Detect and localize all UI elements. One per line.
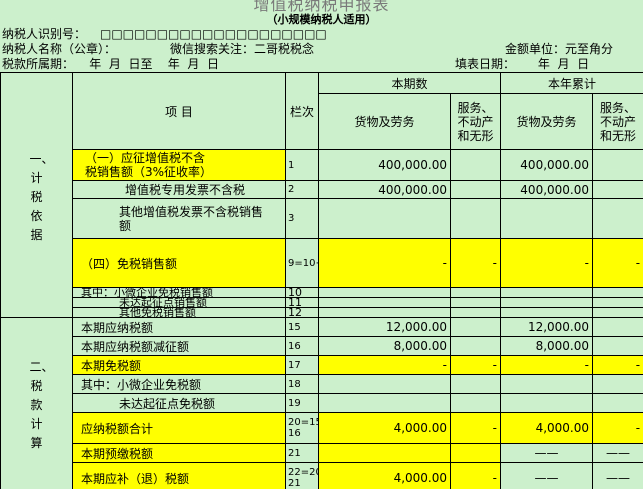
cell-ytd-goods[interactable]: 400,000.00 [500,149,594,181]
current-period-header: 本期数 [317,72,502,94]
cell-ytd-services[interactable] [592,393,643,413]
row-line: 2 [285,180,319,199]
cell-cur-services[interactable]: - [449,355,502,375]
cell-ytd-services[interactable]: —— [592,462,643,489]
cell-ytd-services[interactable] [592,149,643,181]
row-label: 本期应纳税额减征额 [72,336,286,356]
cell-ytd-goods[interactable]: 8,000.00 [500,336,594,356]
cell-cur-services[interactable] [449,149,502,181]
cur-goods-header: 货物及劳务 [318,93,451,150]
form-subtitle: （小规模纳税人适用） [266,13,377,26]
cell-cur-services[interactable] [449,198,502,239]
cell-ytd-goods[interactable] [500,393,594,413]
ytd-header: 本年累计 [500,72,643,94]
cell-cur-goods[interactable] [318,374,451,394]
cell-ytd-services[interactable] [592,180,643,199]
tax-table: 项 目 栏次 本期数 本年累计 货物及劳务 服务、不动产和无形 货物及劳务 服务… [0,72,643,489]
row-line: 22=20-21 [285,462,319,489]
ytd-services-header: 服务、不动产和无形 [592,93,643,150]
cell-cur-services[interactable] [449,180,502,199]
cell-ytd-services[interactable]: - [592,238,643,288]
cell-cur-goods[interactable]: 4,000.00 [318,412,451,444]
row-line: 12 [285,307,319,318]
row-line: 21 [285,443,319,463]
cell-ytd-goods[interactable]: 12,000.00 [500,317,594,337]
row-line: 17 [285,355,319,375]
amount-unit: 金额单位：元至角分 [505,42,614,56]
tax-return-form: 增值税纳税申报表 （小规模纳税人适用） 纳税人识别号： □□□□□□□□□□□□… [0,0,643,489]
cell-cur-goods[interactable]: - [318,238,451,288]
cell-cur-services[interactable]: - [449,412,502,444]
cell-ytd-goods[interactable]: - [500,238,594,288]
tax-period: 税款所属期： 年 月 日至 年 月 日 [2,57,220,71]
cell-ytd-goods[interactable]: 4,000.00 [500,412,594,444]
cell-ytd-goods[interactable]: —— [500,462,594,489]
cell-ytd-goods[interactable] [500,374,594,394]
row-line: 16 [285,336,319,356]
cell-cur-goods[interactable]: 12,000.00 [318,317,451,337]
cell-cur-services[interactable] [449,374,502,394]
cell-cur-goods[interactable]: 8,000.00 [318,336,451,356]
row-label: 其他增值税发票不含税销售额 [72,198,286,239]
row-label: 本期应补（退）税额 [72,462,286,489]
cell-cur-goods[interactable]: 400,000.00 [318,180,451,199]
item-header: 项 目 [72,72,286,150]
row-line: 9=10+11+12 [285,238,319,288]
row-line: 10 [285,287,319,298]
cell-cur-goods[interactable]: 4,000.00 [318,462,451,489]
cell-ytd-goods[interactable]: —— [500,443,594,463]
cell-cur-services[interactable]: - [449,462,502,489]
row-line: 3 [285,198,319,239]
row-line: 1 [285,149,319,181]
cell-ytd-services[interactable]: - [592,412,643,444]
cell-cur-services[interactable] [449,336,502,356]
wechat-note: 微信搜索关注：二哥税税念 [170,42,315,56]
section-calc: 二、税款计算 [29,360,54,450]
row-label: 其中：小微企业免税销售额 [72,287,286,298]
cell-ytd-services[interactable] [592,317,643,337]
taxpayer-id-label: 纳税人识别号： [2,27,87,41]
row-label: 增值税专用发票不含税 [72,180,286,199]
cell-cur-services[interactable] [449,443,502,463]
cell-ytd-services[interactable] [592,374,643,394]
row-label: 本期免税额 [72,355,286,375]
row-line: 19 [285,393,319,413]
row-label: 未达起征点免税额 [72,393,286,413]
cell-cur-services[interactable] [449,393,502,413]
cell-cur-services[interactable] [449,317,502,337]
cell-cur-goods[interactable] [318,443,451,463]
cell-ytd-goods[interactable]: 400,000.00 [500,180,594,199]
taxpayer-name-label: 纳税人名称（公章）： [2,42,117,56]
cur-services-header: 服务、不动产和无形 [449,93,502,150]
cell-cur-goods[interactable]: 400,000.00 [318,149,451,181]
cell-ytd-services[interactable] [592,198,643,239]
cell-ytd-services[interactable] [592,336,643,356]
row-label: 本期应纳税额 [72,317,286,337]
row-line: 18 [285,374,319,394]
cell-ytd-goods[interactable]: - [500,355,594,375]
row-label: 应纳税额合计 [72,412,286,444]
row-label: 其中：小微企业免税额 [72,374,286,394]
row-label: 本期预缴税额 [72,443,286,463]
cell-cur-goods[interactable] [318,393,451,413]
cell-ytd-services[interactable]: —— [592,443,643,463]
cell-cur-goods[interactable] [318,198,451,239]
taxpayer-id-boxes[interactable]: □□□□□□□□□□□□□□□□□□□□ [100,27,327,41]
row-label: 未达起征点销售额 [72,297,286,308]
fill-date: 填表日期： 年 月 日 [455,57,590,71]
line-header: 栏次 [285,72,319,150]
section-basis: 一、计税依据 [29,151,54,242]
cell-cur-goods[interactable]: - [318,355,451,375]
cell-ytd-services[interactable]: - [592,355,643,375]
row-line: 15 [285,317,319,337]
cell-ytd-goods[interactable] [500,198,594,239]
row-label: （一）应征增值税不含税销售额（3%征收率） [72,149,286,181]
ytd-goods-header: 货物及劳务 [500,93,594,150]
row-line: 20=15-16 [285,412,319,444]
row-line: 11 [285,297,319,308]
row-label: 其他免税销售额 [72,307,286,318]
row-label: （四）免税销售额 [72,238,286,288]
cell-cur-services[interactable]: - [449,238,502,288]
